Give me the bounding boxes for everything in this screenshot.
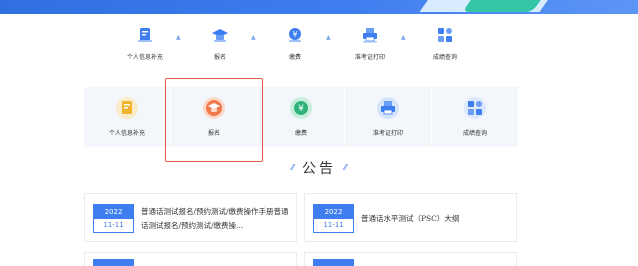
news-date: 11-11: [103, 221, 124, 229]
card-personal-info[interactable]: 个人信息补充: [84, 87, 170, 147]
graduation-cap-icon: [211, 26, 229, 44]
card-admission-print[interactable]: 准考证打印: [345, 87, 431, 147]
notice-title: 公告: [302, 161, 336, 177]
svg-text:¥: ¥: [298, 104, 304, 114]
svg-text:¥: ¥: [292, 30, 297, 39]
news-date-badge: 2022 11-11: [313, 204, 354, 233]
step-label: 缴费: [288, 54, 301, 61]
id-card-icon: [116, 97, 138, 119]
news-date-badge: 2022 11-11: [93, 204, 134, 233]
news-date-badge: [313, 259, 354, 266]
selected-card-highlight: [165, 78, 263, 162]
news-item[interactable]: 2022 11-11 普通话水平测试（PSC）大纲: [304, 193, 517, 242]
news-title[interactable]: 普通话水平测试（PSC）大纲: [361, 212, 510, 226]
card-label: 成绩查询: [462, 130, 487, 137]
news-date-badge: [93, 259, 134, 266]
payment-icon: ¥: [290, 97, 312, 119]
step-register[interactable]: 报名: [185, 26, 255, 66]
step-label: 个人信息补充: [126, 54, 163, 61]
news-year: 2022: [314, 205, 353, 219]
decoration-icon: ⁄⁄: [344, 163, 347, 172]
decoration-icon: ⁄⁄: [291, 163, 294, 172]
step-personal-info[interactable]: 个人信息补充: [110, 26, 180, 66]
step-score-query[interactable]: 成绩查询: [410, 26, 480, 66]
card-label: 个人信息补充: [108, 130, 145, 137]
card-score-query[interactable]: 成绩查询: [432, 87, 518, 147]
step-label: 准考证打印: [354, 54, 385, 61]
step-arrow-icon: ▲: [326, 34, 331, 41]
news-item[interactable]: 2022 11-11 普通话测试报名/预约测试/缴费操作手册普通话测试报名/预约…: [84, 193, 297, 242]
step-label: 报名: [213, 54, 226, 61]
printer-icon: [377, 97, 399, 119]
step-arrow-icon: ▲: [401, 34, 406, 41]
step-arrow-icon: ▲: [251, 34, 256, 41]
notice-heading: ⁄⁄ 公告 ⁄⁄: [0, 158, 638, 178]
card-payment[interactable]: ¥ 缴费: [258, 87, 344, 147]
payment-icon: ¥: [286, 26, 304, 44]
page: 个人信息补充 ▲ 报名 ▲ ¥ 缴费 ▲ 准考证打印 ▲ 成绩查询 个人信息补充…: [0, 0, 638, 266]
id-card-icon: [136, 26, 154, 44]
news-date: 11-11: [323, 221, 344, 229]
card-label: 缴费: [294, 130, 307, 137]
step-arrow-icon: ▲: [176, 34, 181, 41]
top-banner: [0, 0, 638, 14]
card-label: 准考证打印: [372, 130, 403, 137]
news-title[interactable]: 普通话测试报名/预约测试/缴费操作手册普通话测试报名/预约测试/缴费操…: [141, 205, 290, 233]
step-admission-print[interactable]: 准考证打印: [335, 26, 405, 66]
step-label: 成绩查询: [432, 54, 457, 61]
step-payment[interactable]: ¥ 缴费: [260, 26, 330, 66]
news-item-partial[interactable]: [84, 252, 297, 266]
printer-icon: [361, 26, 379, 44]
grid-icon: [436, 26, 454, 44]
grid-icon: [464, 97, 486, 119]
news-year: 2022: [94, 205, 133, 219]
function-cards: 个人信息补充 报名 ¥ 缴费 准考证打印 成绩查询: [84, 87, 518, 147]
news-item-partial[interactable]: [304, 252, 517, 266]
process-steps: 个人信息补充 ▲ 报名 ▲ ¥ 缴费 ▲ 准考证打印 ▲ 成绩查询: [110, 26, 480, 66]
